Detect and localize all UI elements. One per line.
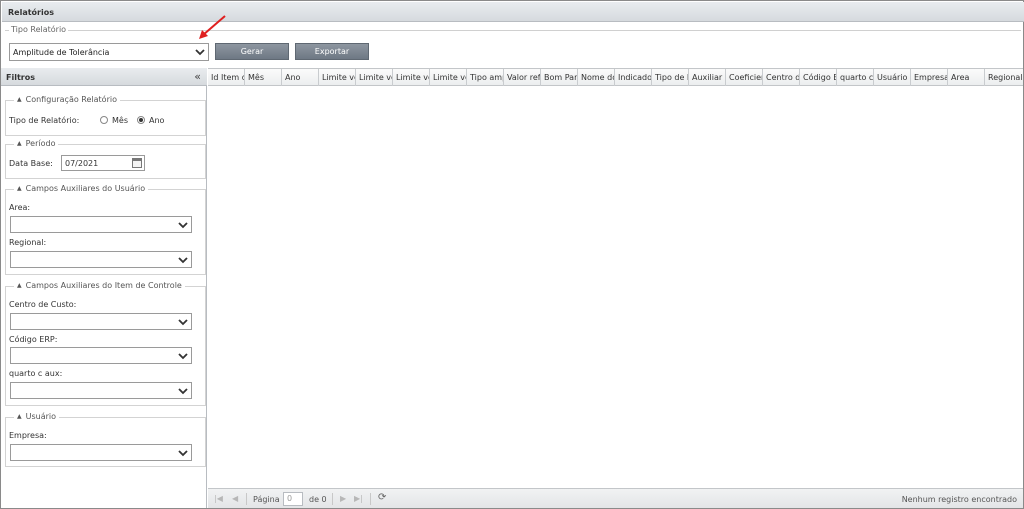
grid-column-header[interactable]: Empresa: [911, 69, 948, 86]
quarto-aux-select[interactable]: [10, 382, 192, 399]
caret-up-icon: ▲: [17, 282, 22, 289]
grid-column-header[interactable]: Usuário: [874, 69, 911, 86]
pager-divider: [370, 493, 371, 505]
user-aux-legend[interactable]: ▲ Campos Auxiliares do Usuário: [14, 184, 149, 193]
cost-center-select[interactable]: [10, 313, 192, 330]
grid-column-header[interactable]: Limite ve: [356, 69, 393, 86]
config-legend-text: Configuração Relatório: [25, 95, 117, 104]
period-fieldset: ▲ Período Data Base: 07/2021: [5, 139, 206, 179]
grid-column-header[interactable]: Coeficien: [726, 69, 763, 86]
item-aux-legend-text: Campos Auxiliares do Item de Controle: [25, 281, 182, 290]
caret-up-icon: ▲: [17, 96, 22, 103]
grid-header: Id Item d Mês Ano Limite ve Limite ve Limite …: [208, 68, 1023, 86]
radio-month[interactable]: [100, 116, 108, 124]
company-select[interactable]: [10, 444, 192, 461]
item-aux-legend[interactable]: ▲ Campos Auxiliares do Item de Controle: [14, 281, 185, 290]
grid-column-header[interactable]: Nome do: [578, 69, 615, 86]
grid-column-header[interactable]: Ano: [282, 69, 319, 86]
page-label: Página: [253, 495, 280, 504]
chevron-down-icon: [178, 388, 188, 395]
company-label: Empresa:: [9, 431, 47, 440]
user-legend-text: Usuário: [25, 412, 57, 421]
refresh-icon[interactable]: ⟳: [378, 492, 386, 503]
report-grid: Id Item d Mês Ano Limite ve Limite ve Limite …: [208, 68, 1023, 488]
period-legend-text: Período: [25, 139, 56, 148]
cost-center-label: Centro de Custo:: [9, 300, 77, 309]
generate-button[interactable]: Gerar: [215, 43, 289, 60]
grid-column-header[interactable]: Código E: [800, 69, 837, 86]
window-title: Relatórios: [8, 8, 54, 17]
grid-column-header[interactable]: Regional: [985, 69, 1024, 86]
user-fieldset: ▲ Usuário Empresa:: [5, 412, 206, 467]
regional-select[interactable]: [10, 251, 192, 268]
grid-column-header[interactable]: quarto c: [837, 69, 874, 86]
area-label: Area:: [9, 203, 31, 212]
quarto-aux-label: quarto c aux:: [9, 369, 63, 378]
date-base-label: Data Base:: [9, 159, 53, 168]
grid-column-header[interactable]: Area: [948, 69, 985, 86]
chevron-down-icon: [178, 222, 188, 229]
grid-column-header[interactable]: Bom Para: [541, 69, 578, 86]
title-bar: Relatórios: [2, 2, 1024, 22]
pager-bar: |◀ ◀ Página 0 de 0 ▶ ▶| ⟳ Nenhum registr…: [208, 488, 1023, 508]
grid-column-header[interactable]: Limite ve: [393, 69, 430, 86]
report-type-selected: Amplitude de Tolerância: [13, 48, 110, 57]
grid-column-header[interactable]: Indicador: [615, 69, 652, 86]
caret-up-icon: ▲: [17, 185, 22, 192]
next-page-icon[interactable]: ▶: [340, 494, 346, 503]
chevron-down-icon: [178, 450, 188, 457]
date-base-value: 07/2021: [65, 159, 99, 168]
collapse-panel-icon[interactable]: «: [194, 70, 201, 83]
report-type-label: Tipo de Relatório:: [9, 116, 80, 125]
prev-page-icon[interactable]: ◀: [232, 494, 238, 503]
regional-label: Regional:: [9, 238, 47, 247]
report-type-legend: Tipo Relatório: [9, 25, 69, 34]
filters-header: Filtros «: [1, 68, 207, 86]
user-aux-fieldset: ▲ Campos Auxiliares do Usuário Area: Regi…: [5, 184, 206, 275]
config-legend[interactable]: ▲ Configuração Relatório: [14, 95, 120, 104]
area-select[interactable]: [10, 216, 192, 233]
export-button[interactable]: Exportar: [295, 43, 369, 60]
grid-column-header[interactable]: Limite ve: [430, 69, 467, 86]
caret-up-icon: ▲: [17, 413, 22, 420]
chevron-down-icon: [178, 353, 188, 360]
erp-code-label: Código ERP:: [9, 335, 58, 344]
grid-column-header[interactable]: Limite ve: [319, 69, 356, 86]
config-fieldset: ▲ Configuração Relatório Tipo de Relatóri…: [5, 95, 206, 136]
user-legend[interactable]: ▲ Usuário: [14, 412, 60, 421]
pager-divider: [246, 493, 247, 505]
erp-code-select[interactable]: [10, 347, 192, 364]
grid-column-header[interactable]: Valor refe: [504, 69, 541, 86]
first-page-icon[interactable]: |◀: [214, 494, 223, 503]
chevron-down-icon: [195, 49, 205, 56]
page-count: de 0: [309, 495, 327, 504]
grid-column-header[interactable]: Centro de: [763, 69, 800, 86]
grid-column-header[interactable]: Mês: [245, 69, 282, 86]
user-aux-legend-text: Campos Auxiliares do Usuário: [25, 184, 146, 193]
grid-status: Nenhum registro encontrado: [901, 495, 1017, 504]
chevron-down-icon: [178, 319, 188, 326]
radio-year[interactable]: [137, 116, 145, 124]
date-base-input[interactable]: 07/2021: [61, 155, 145, 171]
item-aux-fieldset: ▲ Campos Auxiliares do Item de Controle C…: [5, 281, 206, 406]
filters-title: Filtros: [6, 73, 35, 82]
caret-up-icon: ▲: [17, 140, 22, 147]
grid-column-header[interactable]: Id Item d: [208, 69, 245, 86]
last-page-icon[interactable]: ▶|: [354, 494, 363, 503]
filters-panel: Filtros « ▲ Configuração Relatório Tipo d…: [1, 68, 207, 508]
chevron-down-icon: [178, 257, 188, 264]
grid-column-header[interactable]: Tipo de I: [652, 69, 689, 86]
grid-column-header[interactable]: Tipo amp: [467, 69, 504, 86]
grid-column-header[interactable]: Auxiliar: [689, 69, 726, 86]
page-input[interactable]: 0: [283, 492, 303, 506]
calendar-icon[interactable]: [132, 158, 142, 168]
period-legend[interactable]: ▲ Período: [14, 139, 59, 148]
report-type-select[interactable]: Amplitude de Tolerância: [9, 43, 209, 61]
pager-divider: [332, 493, 333, 505]
radio-year-label: Ano: [149, 116, 165, 125]
radio-month-label: Mês: [112, 116, 128, 125]
